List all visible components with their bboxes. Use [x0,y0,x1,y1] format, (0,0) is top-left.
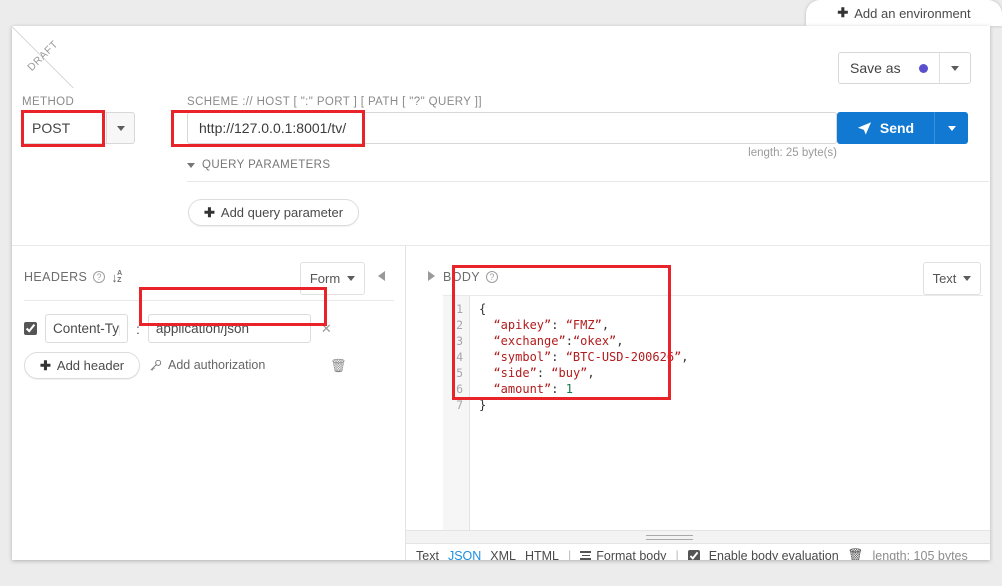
save-as-control: Save as [838,52,971,84]
body-editor[interactable]: 1 2 3 4 5 6 7 { “apikey”: “FMZ”, “exchan… [443,296,983,530]
caret-down-icon [187,162,195,168]
body-toolbar: Text JSON XML HTML | Format body | Enabl… [416,548,968,560]
headers-title: HEADERS ? ↓ A Z [24,270,123,284]
format-tab-xml[interactable]: XML [490,549,516,561]
method-input[interactable] [22,112,106,144]
format-tab-html[interactable]: HTML [525,549,559,561]
headers-divider [24,300,394,301]
editor-horizontal-scrollbar[interactable] [406,530,990,544]
question-mark-icon[interactable]: ? [486,271,499,283]
draft-ribbon-line [12,26,74,88]
key-icon [150,359,162,371]
environment-tab-strip: ✚ Add an environment [0,0,1002,26]
format-tab-json[interactable]: JSON [448,549,481,561]
url-length-indicator: length: 25 byte(s) [748,147,837,159]
sort-alpha-down-icon[interactable]: ↓ A Z [111,270,122,284]
add-query-parameter-label: Add query parameter [220,205,344,220]
query-parameters-divider [187,181,989,182]
enable-body-evaluation-checkbox[interactable] [687,549,700,560]
toolbar-separator-2: | [675,548,679,561]
add-environment-tab[interactable]: ✚ Add an environment [806,0,1002,26]
add-authorization-button[interactable]: Add authorization [149,358,265,372]
request-card: DRAFT Save as METHOD SCHEME :// HOST [ "… [12,26,990,560]
draft-label: DRAFT [25,38,61,74]
body-panel: BODY ? Text 1 2 3 4 5 6 7 { “apikey”: “F… [406,246,990,560]
headers-view-mode-select[interactable]: Form [300,262,365,295]
align-lines-icon [580,551,592,560]
add-authorization-label: Add authorization [168,358,266,372]
add-query-parameter-button[interactable]: ✚ Add query parameter [188,199,360,226]
unsaved-indicator-dot [918,63,928,73]
body-title-label: BODY [443,270,481,284]
query-parameters-toggle[interactable]: QUERY PARAMETERS [187,159,330,171]
trash-icon[interactable]: 🗑 [848,548,864,560]
save-as-dropdown-button[interactable] [940,53,970,83]
plus-icon: ✚ [204,204,215,220]
headers-title-label: HEADERS [24,270,88,284]
send-dropdown-button[interactable] [935,112,968,144]
add-header-button[interactable]: ✚ Add header [24,352,141,379]
draft-ribbon: DRAFT [12,26,74,88]
add-environment-label: Add an environment [854,5,971,21]
save-as-label: Save as [850,60,901,76]
panel-prev-arrow-left-icon[interactable] [378,271,385,281]
header-name-input[interactable] [45,314,128,343]
chevron-down-icon [963,276,972,281]
method-label: METHOD [22,96,75,108]
header-value-input[interactable] [147,314,311,343]
header-separator: : [136,320,140,337]
draft-ribbon-fold [12,26,74,88]
method-dropdown-button[interactable] [106,112,135,144]
send-button[interactable]: Send [837,112,935,144]
body-title: BODY ? [443,270,499,284]
send-control: Send [837,112,968,144]
panel-next-arrow-right-icon[interactable] [428,271,435,281]
paper-plane-icon [857,121,871,135]
header-enabled-checkbox[interactable] [24,322,37,335]
plus-icon: ✚ [40,357,51,373]
format-tab-text[interactable]: Text [416,549,439,561]
question-mark-icon[interactable]: ? [93,271,106,283]
plus-icon: ✚ [837,5,849,20]
format-body-label: Format body [596,548,667,561]
chevron-down-icon [347,276,356,281]
chevron-down-icon [116,125,125,131]
body-content-type-select[interactable]: Text [923,262,981,295]
table-row: : ✕ [24,314,332,343]
editor-line-numbers: 1 2 3 4 5 6 7 [443,296,470,530]
body-content-type-label: Text [932,271,957,286]
query-parameters-title: QUERY PARAMETERS [202,159,331,171]
enable-body-evaluation-label: Enable body evaluation [708,548,839,561]
chevron-down-icon [947,125,956,131]
send-label: Send [879,120,915,136]
save-as-button[interactable]: Save as [839,53,940,83]
format-body-button[interactable]: Format body [580,548,667,561]
body-length-indicator: length: 105 bytes [872,548,968,561]
drag-handle-icon[interactable] [646,535,693,540]
close-icon[interactable]: ✕ [321,321,332,337]
url-input[interactable] [187,112,837,144]
trash-icon[interactable]: 🗑 [330,358,347,374]
body-json-content[interactable]: { “apikey”: “FMZ”, “exchange”:“okex”, “s… [470,296,983,530]
add-header-label: Add header [56,358,125,373]
method-control [22,112,135,144]
headers-panel: HEADERS ? ↓AZ Form : ✕ ✚ Add header [12,246,404,560]
url-label: SCHEME :// HOST [ ":" PORT ] [ PATH [ "?… [187,96,482,108]
headers-view-mode-label: Form [309,271,341,286]
chevron-down-icon [950,65,959,71]
toolbar-separator: | [568,548,572,561]
